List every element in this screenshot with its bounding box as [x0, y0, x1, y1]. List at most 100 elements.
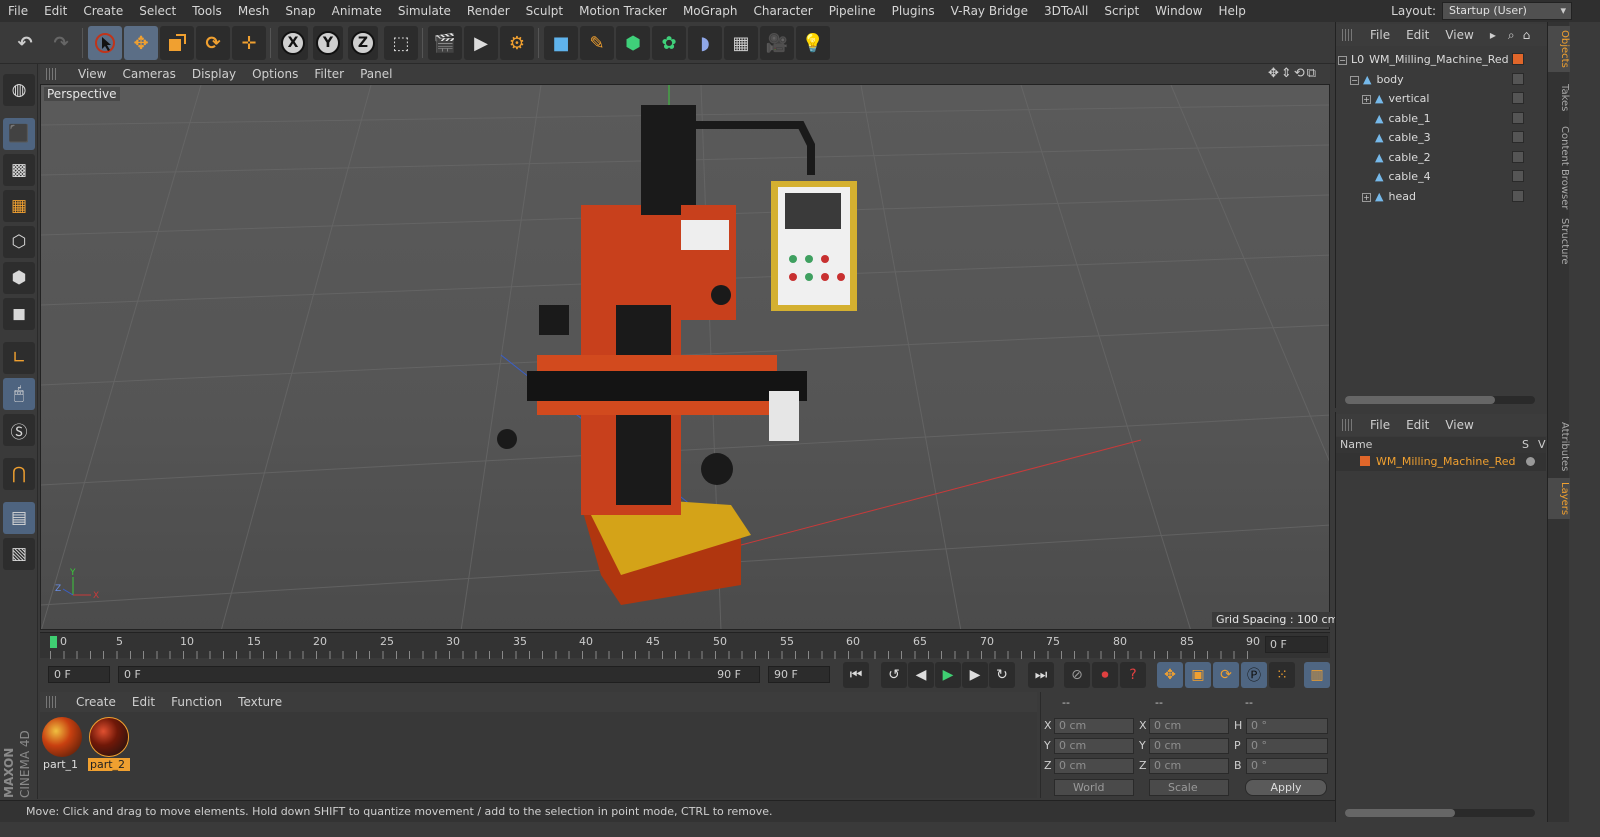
- start-frame-field[interactable]: 0 F: [48, 666, 110, 683]
- material-swatch[interactable]: part_1: [41, 716, 83, 771]
- tab-takes[interactable]: Takes: [1548, 80, 1570, 115]
- viewport-navigation-icons[interactable]: ✥⇕⟲⧉: [1268, 66, 1318, 81]
- layers-menu-edit[interactable]: Edit: [1398, 418, 1437, 432]
- layers-col-visible[interactable]: V: [1538, 437, 1546, 453]
- current-frame-field[interactable]: 0 F: [1265, 636, 1328, 653]
- material-swatch[interactable]: part_2: [88, 716, 130, 771]
- transform-tool-icon[interactable]: ✛: [232, 26, 266, 60]
- layout-select[interactable]: Startup (User): [1442, 2, 1572, 20]
- key-parameter-icon[interactable]: Ⓟ: [1241, 662, 1267, 688]
- visibility-toggle[interactable]: [1512, 92, 1524, 104]
- edges-mode-icon[interactable]: ⬢: [3, 262, 35, 294]
- light-icon[interactable]: 💡: [796, 26, 830, 60]
- layers-col-solo[interactable]: S: [1522, 437, 1529, 453]
- next-frame-icon[interactable]: ▶: [962, 662, 988, 688]
- pen-spline-icon[interactable]: ✎: [580, 26, 614, 60]
- panel-grip-icon[interactable]: [1342, 419, 1354, 431]
- layers-horizontal-scrollbar[interactable]: [1345, 809, 1535, 817]
- move-tool-icon[interactable]: ✥: [124, 26, 158, 60]
- viewport-menu-view[interactable]: View: [70, 67, 114, 81]
- size-z-field[interactable]: 0 cm: [1149, 758, 1229, 774]
- objects-menu-more-icon[interactable]: ▸: [1482, 28, 1504, 42]
- frame-range-slider[interactable]: 0 F 90 F: [118, 666, 760, 683]
- collapse-icon[interactable]: −: [1350, 76, 1359, 85]
- layer-solo-toggle[interactable]: [1526, 457, 1535, 466]
- timeline-playhead[interactable]: [50, 636, 57, 648]
- points-mode-icon[interactable]: ⬡: [3, 226, 35, 258]
- render-picture-viewer-icon[interactable]: ▶: [464, 26, 498, 60]
- collapse-icon[interactable]: −: [1338, 56, 1347, 65]
- menu-vray-bridge[interactable]: V-Ray Bridge: [943, 0, 1036, 22]
- layers-menu-file[interactable]: File: [1362, 418, 1398, 432]
- menu-file[interactable]: File: [0, 0, 36, 22]
- solo-mode-icon[interactable]: Ⓢ: [3, 414, 35, 446]
- viewport-camera-label[interactable]: Perspective: [44, 87, 120, 101]
- scrollbar-thumb[interactable]: [1345, 809, 1455, 817]
- menu-simulate[interactable]: Simulate: [390, 0, 459, 22]
- timeline-ruler[interactable]: 0 5 10 15 20 25 30 35 40 45 50 55 60 65 …: [40, 632, 1330, 659]
- timeline-window-icon[interactable]: ▥: [1304, 662, 1330, 688]
- material-menu-create[interactable]: Create: [68, 695, 124, 709]
- subdivision-surface-icon[interactable]: ⬢: [616, 26, 650, 60]
- visibility-toggle[interactable]: [1512, 131, 1524, 143]
- layer-row[interactable]: WM_Milling_Machine_Red: [1336, 453, 1546, 471]
- menu-select[interactable]: Select: [131, 0, 184, 22]
- key-pla-icon[interactable]: ⁙: [1269, 662, 1295, 688]
- menu-plugins[interactable]: Plugins: [884, 0, 943, 22]
- viewport-menu-cameras[interactable]: Cameras: [114, 67, 183, 81]
- viewport-menu-filter[interactable]: Filter: [306, 67, 352, 81]
- key-position-icon[interactable]: ✥: [1157, 662, 1183, 688]
- viewport-menu-panel[interactable]: Panel: [352, 67, 400, 81]
- visibility-toggle[interactable]: [1512, 151, 1524, 163]
- cloner-icon[interactable]: ✿: [652, 26, 686, 60]
- polygons-mode-icon[interactable]: ◼: [3, 298, 35, 330]
- size-x-field[interactable]: 0 cm: [1149, 718, 1229, 734]
- rotate-tool-icon[interactable]: ⟳: [196, 26, 230, 60]
- key-scale-icon[interactable]: ▣: [1185, 662, 1211, 688]
- position-z-field[interactable]: 0 cm: [1054, 758, 1134, 774]
- workplane-mode-icon[interactable]: ▦: [3, 190, 35, 222]
- model-mode-icon[interactable]: ⬛: [3, 118, 35, 150]
- viewport-menu-options[interactable]: Options: [244, 67, 306, 81]
- layer-color-swatch[interactable]: [1360, 456, 1370, 466]
- previous-key-icon[interactable]: ↺: [881, 662, 907, 688]
- objects-menu-edit[interactable]: Edit: [1398, 28, 1437, 42]
- tab-objects[interactable]: Objects: [1548, 26, 1570, 72]
- workplane-lock-icon[interactable]: ▤: [3, 502, 35, 534]
- objects-menu-file[interactable]: File: [1362, 28, 1398, 42]
- tab-attributes[interactable]: Attributes: [1548, 418, 1570, 475]
- rotation-h-field[interactable]: 0 °: [1246, 718, 1328, 734]
- visibility-toggle[interactable]: [1512, 112, 1524, 124]
- menu-tools[interactable]: Tools: [184, 0, 230, 22]
- menu-help[interactable]: Help: [1210, 0, 1253, 22]
- autokey-icon[interactable]: ?: [1120, 662, 1146, 688]
- visibility-toggle[interactable]: [1512, 170, 1524, 182]
- expand-icon[interactable]: +: [1362, 193, 1371, 202]
- home-icon[interactable]: ⌂: [1519, 28, 1535, 42]
- menu-mograph[interactable]: MoGraph: [675, 0, 746, 22]
- coordinate-system-icon[interactable]: ⬚: [384, 26, 418, 60]
- menu-script[interactable]: Script: [1096, 0, 1147, 22]
- menu-snap[interactable]: Snap: [277, 0, 323, 22]
- axis-mode-icon[interactable]: ∟: [3, 342, 35, 374]
- panel-grip-icon[interactable]: [1342, 29, 1354, 41]
- previous-frame-icon[interactable]: ◀: [908, 662, 934, 688]
- record-keys-off-icon[interactable]: ⊘: [1064, 662, 1090, 688]
- size-y-field[interactable]: 0 cm: [1149, 738, 1229, 754]
- camera-icon[interactable]: 🎥: [760, 26, 794, 60]
- cube-primitive-icon[interactable]: ■: [544, 26, 578, 60]
- position-y-field[interactable]: 0 cm: [1054, 738, 1134, 754]
- menu-window[interactable]: Window: [1147, 0, 1210, 22]
- render-settings-icon[interactable]: ⚙: [500, 26, 534, 60]
- material-menu-function[interactable]: Function: [163, 695, 230, 709]
- tab-layers[interactable]: Layers: [1548, 478, 1570, 520]
- menu-pipeline[interactable]: Pipeline: [821, 0, 884, 22]
- menu-create[interactable]: Create: [75, 0, 131, 22]
- layers-col-name[interactable]: Name: [1336, 438, 1372, 451]
- menu-animate[interactable]: Animate: [324, 0, 390, 22]
- next-key-icon[interactable]: ↻: [989, 662, 1015, 688]
- x-axis-lock-button[interactable]: X: [278, 26, 308, 60]
- make-editable-icon[interactable]: ◍: [3, 74, 35, 106]
- go-to-start-icon[interactable]: ⏮: [843, 662, 869, 688]
- menu-sculpt[interactable]: Sculpt: [518, 0, 571, 22]
